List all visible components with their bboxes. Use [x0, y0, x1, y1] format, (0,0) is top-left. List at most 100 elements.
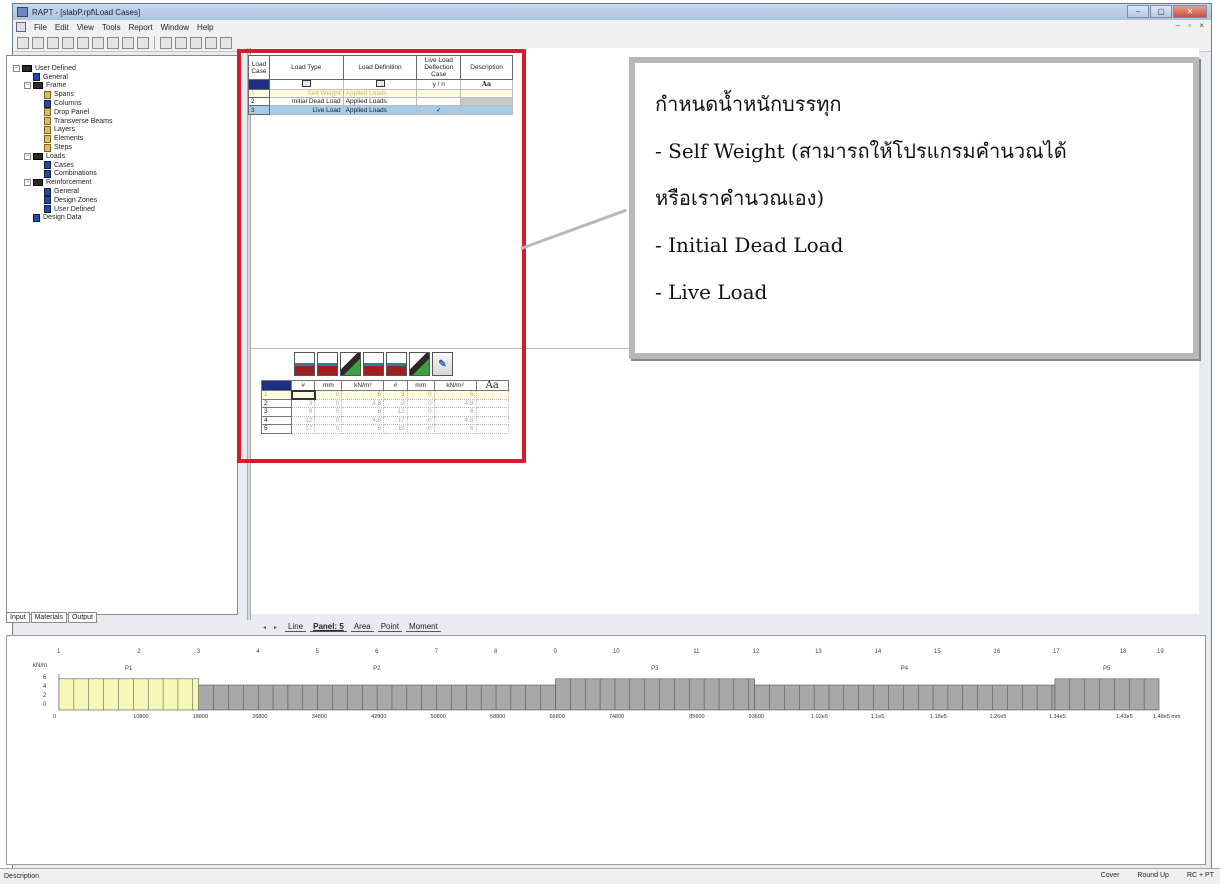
tab-moment[interactable]: Moment	[405, 622, 441, 632]
tree-item[interactable]: − Frame	[13, 82, 237, 91]
callout-title: กำหนดน้ำหนักบรรทุก	[655, 92, 842, 116]
support-number: 5	[316, 649, 320, 655]
close-button[interactable]: ✕	[1173, 5, 1207, 18]
support-number: 16	[993, 649, 1000, 655]
y-axis-unit: kN/m	[33, 663, 47, 669]
tree-item[interactable]: Design Zones	[13, 196, 237, 205]
tree-item[interactable]: Spans	[13, 90, 237, 99]
tree-item[interactable]: User Defined	[13, 205, 237, 214]
print-preview-icon[interactable]	[122, 36, 134, 49]
x-axis-label: 42800	[371, 714, 386, 720]
open-icon[interactable]	[32, 36, 44, 49]
tree-item[interactable]: Elements	[13, 134, 237, 143]
collapse-icon[interactable]: −	[24, 152, 31, 160]
support-number: 13	[815, 649, 822, 655]
x-axis-label: 34800	[312, 714, 327, 720]
menu-tools[interactable]: Tools	[102, 23, 121, 32]
support-number: 7	[435, 649, 439, 655]
tree-item[interactable]: − User Defined	[13, 64, 237, 73]
support-number: 1	[57, 649, 61, 655]
tree-item-label: User Defined	[54, 205, 95, 213]
new-icon[interactable]	[17, 36, 29, 49]
panel-label: P3	[651, 666, 659, 672]
tree-item-label: Cases	[54, 161, 74, 169]
tree-item[interactable]: Design Data	[13, 213, 237, 223]
menu-edit[interactable]: Edit	[55, 23, 69, 32]
tree-item-label: Steps	[54, 144, 72, 152]
x-axis-label: 1.48e5 mm	[1153, 714, 1181, 720]
x-axis-label: 1.43e5	[1116, 714, 1133, 720]
tab-scroll-left-icon[interactable]: ◂	[263, 624, 270, 631]
menu-help[interactable]: Help	[197, 23, 213, 32]
cut-icon[interactable]	[62, 36, 74, 49]
collapse-icon[interactable]: −	[24, 82, 31, 90]
tab-line[interactable]: Line	[285, 622, 307, 632]
tree-item[interactable]: − Loads	[13, 152, 237, 161]
tree-item[interactable]: Drop Panel	[13, 108, 237, 117]
tree-item[interactable]: Combinations	[13, 169, 237, 179]
tab-area[interactable]: Area	[350, 622, 374, 632]
help-icon[interactable]	[137, 36, 149, 49]
page-icon	[33, 73, 40, 82]
menu-window[interactable]: Window	[161, 23, 189, 32]
x-axis-label: 0	[53, 714, 56, 720]
tree-item[interactable]: Transverse Beams	[13, 117, 237, 126]
load-diagram-pane: kN/m 6 4 2 0 1 2 3 4 5 6 7 8 9 10 11 12 13 14 15 16 17 18 19 P1 P…	[6, 635, 1206, 865]
tree-item-label: User Defined	[35, 64, 76, 72]
print-icon[interactable]	[107, 36, 119, 49]
x-axis-label: 50800	[431, 714, 446, 720]
x-axis-label: 1.26e5	[989, 714, 1006, 720]
load-type-tabs: ◂ ▸ Line Panel: 5 Area Point Moment	[263, 622, 441, 632]
document-icon[interactable]	[16, 22, 26, 32]
tab-scroll-right-icon[interactable]: ▸	[274, 624, 281, 631]
menu-report[interactable]: Report	[129, 23, 153, 32]
chart-icon[interactable]	[220, 36, 232, 49]
tree-item[interactable]: General	[13, 187, 237, 196]
tree-item[interactable]: Cases	[13, 161, 237, 170]
support-number: 17	[1053, 649, 1060, 655]
menu-bar: File Edit View Tools Report Window Help …	[13, 20, 1211, 34]
menu-file[interactable]: File	[34, 23, 47, 32]
support-number: 10	[613, 649, 620, 655]
callout-line: - Self Weight (สามารถให้โปรแกรมคำนวณได้	[655, 139, 1067, 163]
page-icon	[44, 187, 51, 196]
callout-line: หรือเราคำนวณเอง)	[655, 186, 825, 210]
tree-item[interactable]: General	[13, 73, 237, 82]
callout-line: - Live Load	[655, 280, 768, 304]
dropdown-icon[interactable]	[190, 36, 202, 49]
tree-item[interactable]: Steps	[13, 143, 237, 152]
y-tick-label: 6	[43, 675, 47, 681]
menu-view[interactable]: View	[77, 23, 94, 32]
tab-point[interactable]: Point	[377, 622, 402, 632]
tree-item[interactable]: − Reinforcement	[13, 178, 237, 187]
support-number: 18	[1120, 649, 1127, 655]
vertical-scrollbar[interactable]	[1193, 642, 1203, 862]
tree-item-label: Frame	[46, 82, 67, 90]
y-tick-label: 0	[43, 702, 47, 708]
collapse-icon[interactable]: −	[13, 64, 20, 72]
mdi-controls[interactable]: – ▫ ×	[1176, 21, 1207, 30]
maximize-button[interactable]: ▢	[1150, 5, 1172, 18]
app-icon	[17, 7, 28, 17]
collapse-icon[interactable]: −	[24, 179, 31, 187]
tree-item[interactable]: Columns	[13, 99, 237, 108]
tree-item[interactable]: Layers	[13, 125, 237, 135]
tree-item-label: Loads	[46, 152, 66, 160]
report-icon[interactable]	[160, 36, 172, 49]
save-icon[interactable]	[47, 36, 59, 49]
page-icon	[44, 134, 51, 143]
minimize-button[interactable]: –	[1127, 5, 1149, 18]
tab-materials[interactable]: Materials	[30, 612, 67, 623]
paste-icon[interactable]	[92, 36, 104, 49]
panel-label: P4	[901, 666, 909, 672]
run-icon[interactable]	[205, 36, 217, 49]
tree-item-label: Layers	[54, 126, 76, 134]
tab-input[interactable]: Input	[6, 612, 30, 623]
x-axis-label: 1.18e5	[930, 714, 947, 720]
copy-icon[interactable]	[77, 36, 89, 49]
tab-panel[interactable]: Panel: 5	[310, 622, 347, 632]
input-tree-panel: − User Defined General − Frame Spans Columns Dr…	[6, 55, 238, 615]
tab-output[interactable]: Output	[67, 612, 97, 623]
grid-icon[interactable]	[175, 36, 187, 49]
x-axis-label: 93600	[749, 714, 764, 720]
